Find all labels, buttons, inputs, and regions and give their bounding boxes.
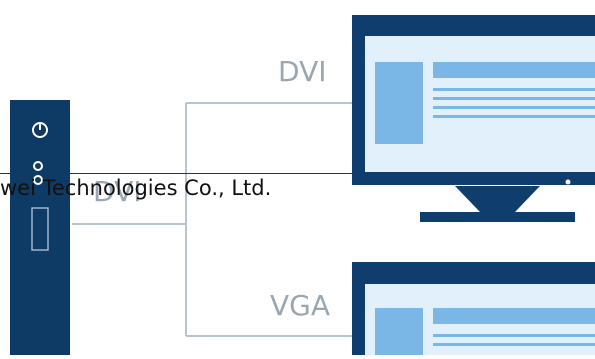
dvi-label-top: DVI [278,55,327,88]
screen-line [433,343,595,346]
monitor-vga [352,262,595,355]
copyright-text: wei Technologies Co., Ltd. [0,176,272,200]
vga-label: VGA [270,289,331,322]
footer-divider [0,173,595,174]
tower-body [10,100,70,355]
monitor-dvi [352,15,595,222]
screen-sidebar-block [375,308,423,355]
screen-header-block [433,62,595,78]
screen-sidebar-block [375,62,423,144]
screen-line [433,88,595,91]
screen-line [433,334,595,337]
monitor-base [420,212,575,222]
screen-line [433,97,595,100]
screen-header-block [433,308,595,324]
diagram-canvas: DVI DVI VGA wei Technologies Co., Ltd. [0,0,595,355]
monitor-indicator-light [565,179,571,185]
screen-line [433,106,595,109]
screen-line [433,115,595,118]
monitor-stand [455,186,540,212]
tower-device [10,100,70,355]
